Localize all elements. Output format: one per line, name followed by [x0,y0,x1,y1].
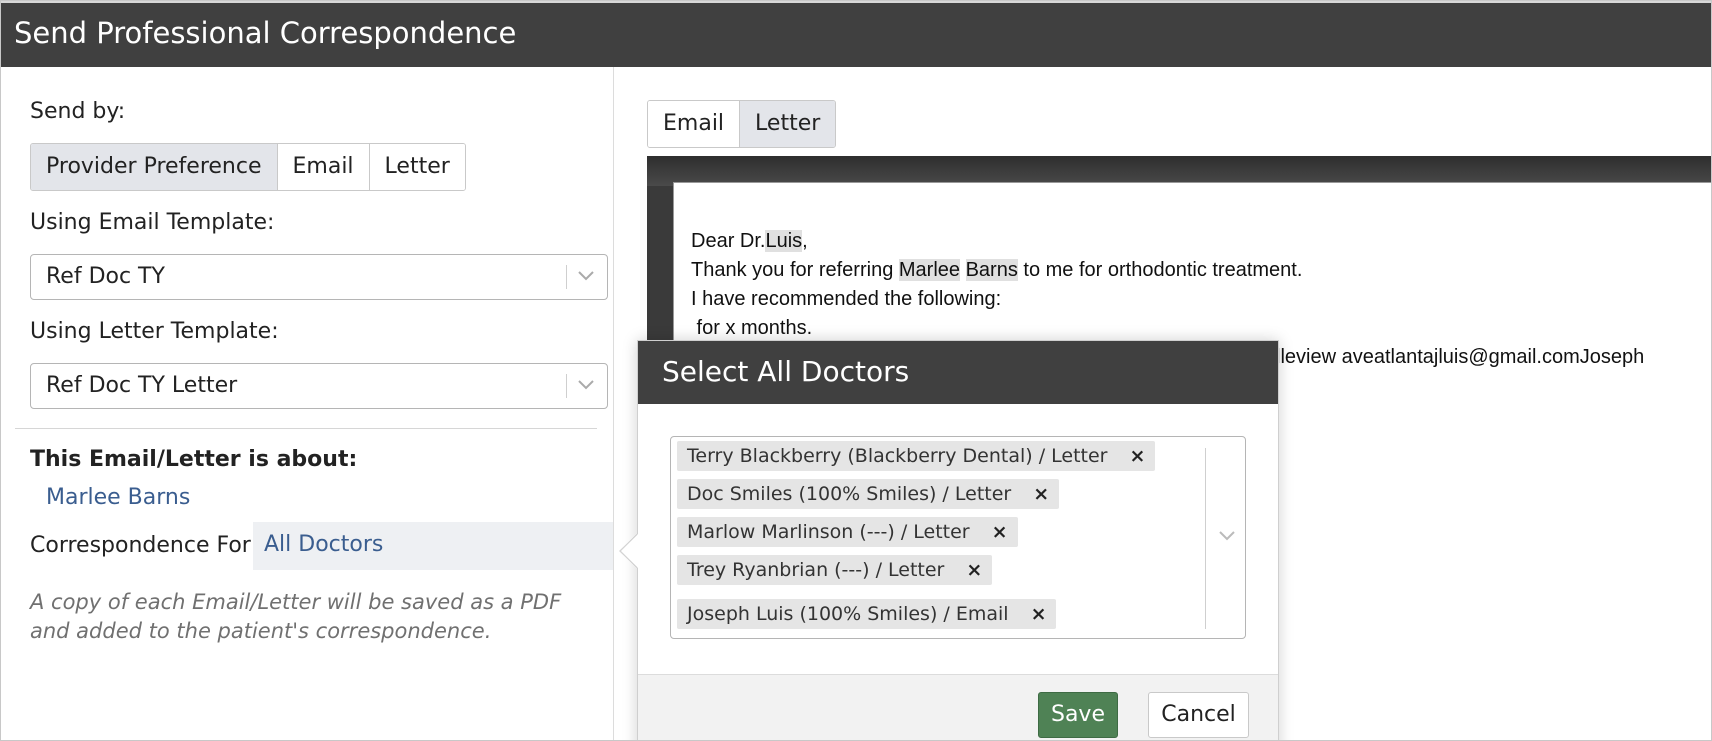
send-by-email[interactable]: Email [277,144,370,190]
letter-recommend-line: I have recommended the following: [691,288,1002,310]
select-separator [1205,448,1206,629]
doctor-name-field: Luis [765,230,803,252]
doctor-chip-label: Joseph Luis (100% Smiles) / Email [687,603,1009,625]
doctor-chip-label: Terry Blackberry (Blackberry Dental) / L… [687,445,1108,467]
patient-first-field: Marlee [898,259,961,281]
save-button[interactable]: Save [1038,692,1118,738]
dialog-title: Send Professional Correspondence [14,16,517,50]
remove-icon[interactable]: × [1129,441,1145,471]
email-template-value: Ref Doc TY [46,264,165,289]
popover-arrow-fill [621,534,638,568]
remove-icon[interactable]: × [992,517,1008,547]
letter-template-value: Ref Doc TY Letter [46,373,238,398]
doctors-multiselect[interactable]: Terry Blackberry (Blackberry Dental) / L… [670,436,1246,639]
dialog-titlebar: Send Professional Correspondence [1,1,1711,67]
doctor-chip: Joseph Luis (100% Smiles) / Email × [677,599,1057,629]
send-by-letter[interactable]: Letter [369,144,465,190]
send-by-provider-preference[interactable]: Provider Preference [31,144,278,190]
send-by-toggle: Provider Preference Email Letter [30,143,466,191]
select-doctors-modal: Select All Doctors Terry Blackberry (Bla… [637,340,1279,740]
select-separator [566,374,567,398]
modal-footer: Save Cancel [638,674,1278,740]
about-label: This Email/Letter is about: [30,447,358,472]
doctor-chip: Doc Smiles (100% Smiles) / Letter × [677,479,1060,509]
chevron-down-icon [578,271,594,281]
patient-link[interactable]: Marlee Barns [46,485,190,510]
doctor-chip: Marlow Marlinson (---) / Letter × [677,517,1018,547]
letter-greeting: Dear Dr.Luis, [691,230,808,252]
email-template-select[interactable]: Ref Doc TY [30,254,608,300]
doctor-chip-label: Marlow Marlinson (---) / Letter [687,521,970,543]
doctor-chip: Trey Ryanbrian (---) / Letter × [677,555,993,585]
letter-template-label: Using Letter Template: [30,319,279,344]
correspondence-for-field[interactable]: All Doctors [253,522,613,570]
remove-icon[interactable]: × [966,555,982,585]
remove-icon[interactable]: × [1031,599,1047,629]
letter-template-select[interactable]: Ref Doc TY Letter [30,363,608,409]
pdf-copy-note: A copy of each Email/Letter will be save… [30,590,562,643]
chevron-down-icon [578,380,594,390]
doctor-chip-label: Trey Ryanbrian (---) / Letter [687,559,945,581]
letter-thanks-line: Thank you for referring Marlee Barns to … [691,259,1303,281]
letter-months-line: for x months. [691,317,813,339]
tab-email[interactable]: Email [648,101,741,147]
doctor-chip: Terry Blackberry (Blackberry Dental) / L… [677,441,1156,471]
cancel-button[interactable]: Cancel [1148,692,1249,738]
email-template-label: Using Email Template: [30,210,275,235]
tab-letter[interactable]: Letter [740,101,836,147]
send-by-label: Send by: [30,99,126,124]
dialog-window: Send Professional Correspondence Send by… [0,0,1712,741]
correspondence-for-value[interactable]: All Doctors [264,532,383,557]
correspondence-for-label: Correspondence For: [30,533,258,558]
preview-tabs: Email Letter [647,100,837,148]
patient-last-field: Barns [965,259,1018,281]
modal-title: Select All Doctors [662,355,910,388]
chevron-down-icon[interactable] [1218,529,1236,543]
panel-divider [613,67,614,740]
select-separator [566,265,567,289]
doctor-chip-label: Doc Smiles (100% Smiles) / Letter [687,483,1012,505]
modal-header: Select All Doctors [638,341,1278,404]
section-divider [15,428,597,429]
remove-icon[interactable]: × [1033,479,1049,509]
